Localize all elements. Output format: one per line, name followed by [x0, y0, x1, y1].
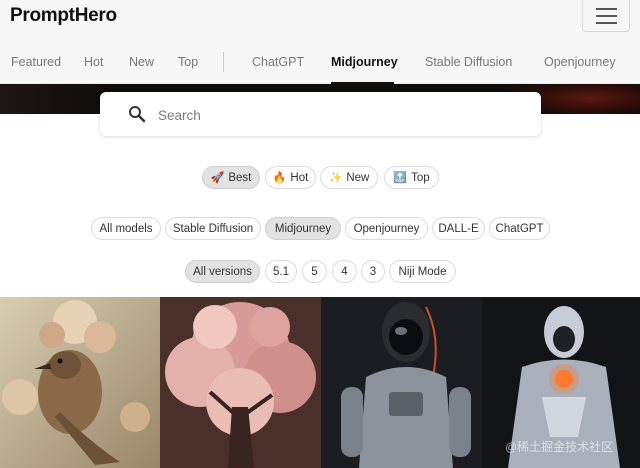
- top-bar: PromptHero: [0, 0, 640, 40]
- nav-item-openjourney[interactable]: Openjourney: [544, 55, 616, 69]
- filter-chatgpt[interactable]: ChatGPT: [489, 217, 550, 240]
- nav-item-new[interactable]: New: [129, 55, 154, 69]
- nav-item-chatgpt[interactable]: ChatGPT: [252, 55, 304, 69]
- filter-all-models[interactable]: All models: [91, 217, 161, 240]
- nav-item-midjourney[interactable]: Midjourney: [331, 55, 398, 69]
- gallery-image-bird[interactable]: [0, 297, 160, 468]
- version-4[interactable]: 4: [332, 260, 357, 283]
- gallery-image-cherry-tree[interactable]: [160, 297, 321, 468]
- search-input[interactable]: [158, 105, 518, 125]
- version-3[interactable]: 3: [361, 260, 385, 283]
- sort-tab-new[interactable]: ✨ New: [320, 166, 378, 189]
- filter-stable-diffusion[interactable]: Stable Diffusion: [165, 217, 261, 240]
- version-all[interactable]: All versions: [185, 260, 260, 283]
- version-5-1[interactable]: 5.1: [265, 260, 297, 283]
- version-niji-mode[interactable]: Niji Mode: [389, 260, 456, 283]
- watermark-text: @稀土掘金技术社区: [505, 440, 614, 454]
- fire-icon: 🔥: [272, 172, 287, 184]
- nav-item-featured[interactable]: Featured: [11, 55, 61, 69]
- search-box: [100, 92, 541, 136]
- sort-tab-top[interactable]: 🔝 Top: [384, 166, 439, 189]
- filter-midjourney[interactable]: Midjourney: [265, 217, 341, 240]
- filter-dall-e[interactable]: DALL-E: [432, 217, 485, 240]
- site-logo[interactable]: PromptHero: [10, 5, 117, 27]
- nav-item-top[interactable]: Top: [178, 55, 198, 69]
- magnifier-icon: [129, 106, 146, 123]
- sort-tab-hot[interactable]: 🔥 Hot: [265, 166, 316, 189]
- nav-item-stable-diffusion[interactable]: Stable Diffusion: [425, 55, 512, 69]
- gallery-image-astronaut[interactable]: [321, 297, 482, 468]
- hamburger-menu-icon: [596, 8, 617, 10]
- sparkles-icon: ✨: [328, 172, 343, 184]
- hamburger-menu-button[interactable]: [582, 0, 630, 32]
- rocket-icon: 🚀: [210, 172, 225, 184]
- sort-tab-best[interactable]: 🚀 Best: [202, 166, 260, 189]
- top-arrow-icon: 🔝: [393, 172, 408, 184]
- nav-item-hot[interactable]: Hot: [84, 55, 103, 69]
- filter-openjourney[interactable]: Openjourney: [345, 217, 428, 240]
- category-nav: Featured Hot New Top ChatGPT Midjourney …: [0, 40, 640, 84]
- nav-separator: [223, 52, 224, 72]
- version-5[interactable]: 5: [302, 260, 327, 283]
